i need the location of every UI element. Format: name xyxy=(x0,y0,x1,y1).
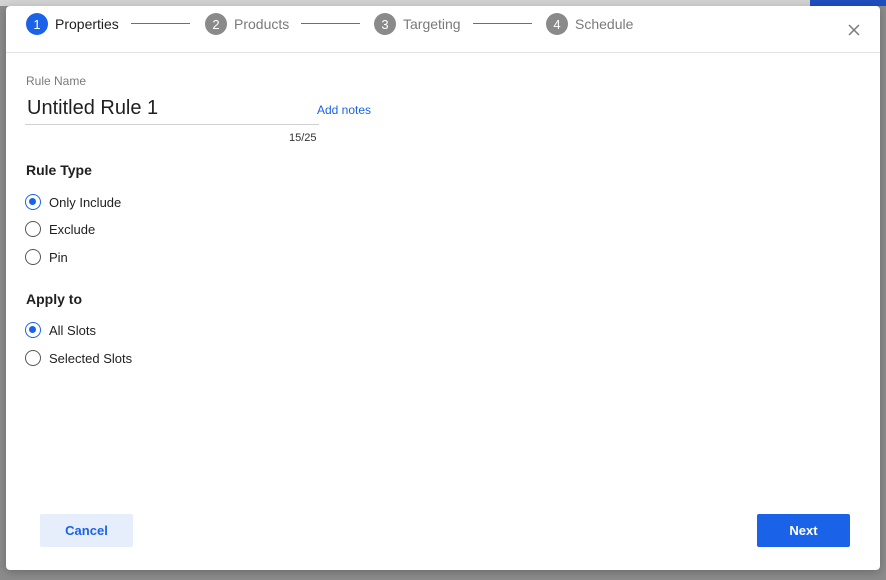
radio-label: Exclude xyxy=(49,221,96,237)
step-schedule[interactable]: 4 Schedule xyxy=(546,13,633,35)
step-number: 3 xyxy=(374,13,396,35)
rule-name-input[interactable] xyxy=(25,92,319,125)
char-count: 15/25 xyxy=(289,132,317,144)
radio-label: All Slots xyxy=(49,322,96,338)
radio-pin[interactable]: Pin xyxy=(25,249,68,265)
step-label: Schedule xyxy=(575,16,634,32)
rule-name-label: Rule Name xyxy=(26,74,87,88)
step-label: Products xyxy=(234,16,290,32)
radio-selected-slots[interactable]: Selected Slots xyxy=(25,350,132,366)
step-connector xyxy=(473,23,532,24)
step-connector xyxy=(301,23,360,24)
close-icon[interactable] xyxy=(846,22,862,38)
step-label: Targeting xyxy=(403,16,461,32)
radio-button[interactable] xyxy=(25,249,41,265)
step-targeting[interactable]: 3 Targeting xyxy=(374,13,461,35)
radio-button[interactable] xyxy=(25,322,41,338)
radio-exclude[interactable]: Exclude xyxy=(25,221,95,237)
rule-type-title: Rule Type xyxy=(26,162,92,178)
step-number: 2 xyxy=(205,13,227,35)
radio-button[interactable] xyxy=(25,194,41,210)
step-label: Properties xyxy=(55,16,119,32)
radio-label: Selected Slots xyxy=(49,350,133,366)
apply-to-title: Apply to xyxy=(26,291,82,307)
step-properties[interactable]: 1 Properties xyxy=(26,13,119,35)
add-notes-link[interactable]: Add notes xyxy=(317,103,371,117)
radio-button[interactable] xyxy=(25,221,41,237)
radio-all-slots[interactable]: All Slots xyxy=(25,322,96,338)
next-button[interactable]: Next xyxy=(757,514,850,547)
step-products[interactable]: 2 Products xyxy=(205,13,289,35)
step-connector xyxy=(131,23,190,24)
rule-dialog: 1 Properties 2 Products 3 Targeting 4 Sc… xyxy=(6,6,880,570)
radio-only-include[interactable]: Only Include xyxy=(25,194,121,210)
radio-button[interactable] xyxy=(25,350,41,366)
cancel-button[interactable]: Cancel xyxy=(40,514,133,547)
radio-label: Only Include xyxy=(49,194,122,210)
step-number: 1 xyxy=(26,13,48,35)
step-number: 4 xyxy=(546,13,568,35)
stepper: 1 Properties 2 Products 3 Targeting 4 Sc… xyxy=(6,6,880,53)
radio-label: Pin xyxy=(49,249,68,265)
